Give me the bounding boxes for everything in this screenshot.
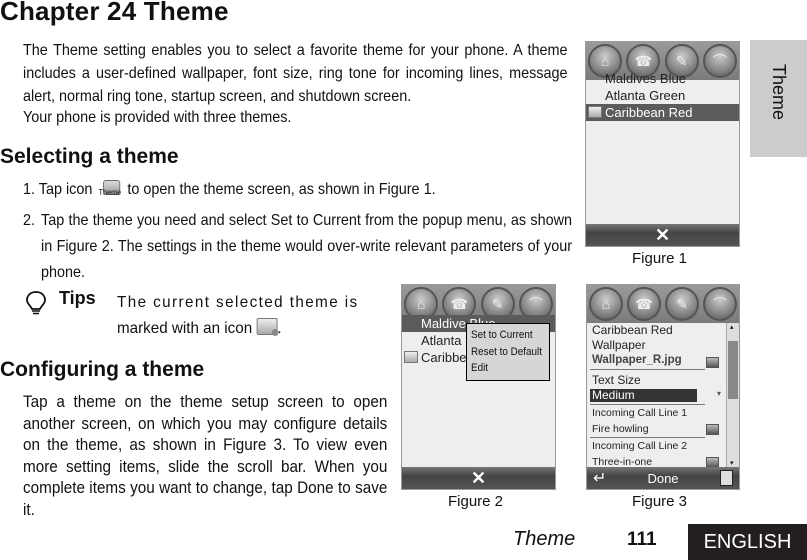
- line-1-ringtone[interactable]: Fire howling: [592, 423, 722, 435]
- current-theme-marker-icon: [256, 318, 279, 336]
- tips-line-2: marked with an icon .: [117, 316, 402, 342]
- lightbulb-icon: [26, 291, 46, 315]
- figure-3-caption: Figure 3: [632, 493, 688, 510]
- figure-2-screen: ⌂ ☎ ✎ ⌒ Maldive Blue Atlanta Caribbe Set…: [401, 284, 556, 490]
- menu-item-set-to-current[interactable]: Set to Current: [471, 327, 541, 344]
- wallpaper-label: Wallpaper: [592, 338, 646, 352]
- step-1: 1. Tap icon Theme to open the theme scre…: [23, 178, 572, 202]
- theme-settings-list: Caribbean Red Wallpaper Wallpaper_R.jpg …: [587, 323, 725, 468]
- done-button[interactable]: Done: [647, 471, 678, 486]
- step-2-number: 2.: [23, 212, 36, 229]
- menu-item-edit[interactable]: Edit: [471, 360, 541, 377]
- close-icon: ✕: [654, 224, 671, 245]
- contacts-icon[interactable]: ✎: [665, 287, 699, 321]
- footer-section: Theme: [513, 528, 576, 550]
- scroll-down-icon[interactable]: ▾: [730, 459, 734, 467]
- line-1-label: Incoming Call Line 1: [592, 407, 688, 419]
- theme-item[interactable]: Atlanta Green: [586, 87, 739, 104]
- configuring-paragraph: Tap a theme on the theme setup screen to…: [23, 392, 388, 519]
- divider: [590, 437, 705, 438]
- scroll-thumb[interactable]: [728, 341, 738, 399]
- text-size-value: Medium: [592, 388, 635, 402]
- wallpaper-value[interactable]: Wallpaper_R.jpg: [592, 354, 722, 366]
- theme-name: Caribbean Red: [592, 323, 673, 337]
- step-2: 2. Tap the theme you need and select Set…: [23, 208, 572, 286]
- chapter-title: Chapter 24 Theme: [0, 0, 229, 26]
- hangup-icon[interactable]: ⌒: [703, 287, 737, 321]
- divider: [590, 404, 705, 405]
- theme-item-label: Caribbean Red: [605, 105, 693, 120]
- scroll-up-icon[interactable]: ▴: [730, 323, 734, 331]
- page-number: 111: [627, 529, 657, 550]
- close-button[interactable]: ✕: [586, 224, 739, 246]
- back-icon[interactable]: ↵: [593, 468, 606, 488]
- theme-app-icon: Theme: [96, 180, 123, 202]
- tips-text: The current selected theme is marked wit…: [117, 290, 402, 342]
- line-2-label: Incoming Call Line 2: [592, 440, 688, 452]
- tips-label: Tips: [59, 288, 96, 308]
- figure-3-screen: ⌂ ☎ ✎ ⌒ Caribbean Red Wallpaper Wallpape…: [586, 284, 740, 490]
- menu-icon[interactable]: [720, 470, 733, 486]
- intro-themes-count: Your phone is provided with three themes…: [23, 109, 292, 126]
- divider: [590, 369, 705, 370]
- home-icon[interactable]: ⌂: [589, 287, 623, 321]
- theme-item-selected[interactable]: Caribbean Red: [586, 104, 739, 121]
- theme-item-label: Caribbe: [421, 350, 467, 365]
- step-1-pre: Tap icon: [38, 181, 93, 198]
- wallpaper-file: Wallpaper_R.jpg: [592, 354, 682, 366]
- menu-item-reset-to-default[interactable]: Reset to Default: [471, 344, 542, 361]
- file-browse-icon[interactable]: [706, 357, 719, 368]
- text-size-label: Text Size: [592, 373, 641, 387]
- tips-line-1: The current selected theme is: [117, 294, 359, 311]
- intro-paragraph: The Theme setting enables you to select …: [23, 42, 568, 105]
- close-icon: ✕: [470, 467, 487, 488]
- file-browse-icon[interactable]: [706, 424, 719, 435]
- theme-item[interactable]: Maldives Blue: [586, 70, 739, 87]
- settings-scrollbar[interactable]: ▴ ▾: [726, 323, 739, 467]
- section-side-tab: Theme: [750, 40, 807, 157]
- bottom-bar: ↵ Done: [587, 467, 739, 489]
- theme-popup-menu: Set to Current Reset to Default Edit: [466, 323, 550, 381]
- text-size-select[interactable]: Medium: [590, 389, 697, 402]
- current-theme-marker-icon: [404, 351, 418, 363]
- tips-line-2-text: marked with an icon: [117, 320, 253, 337]
- close-button[interactable]: ✕: [402, 467, 555, 489]
- selecting-heading: Selecting a theme: [0, 145, 179, 168]
- phone-topbar: ⌂ ☎ ✎ ⌒: [587, 285, 739, 323]
- figure-1-caption: Figure 1: [632, 250, 688, 267]
- side-tab-label: Theme: [769, 64, 789, 121]
- language-badge: ENGLISH: [688, 524, 807, 560]
- configuring-heading: Configuring a theme: [0, 358, 205, 381]
- figure-2-caption: Figure 2: [448, 493, 504, 510]
- step-2-text: Tap the theme you need and select Set to…: [41, 212, 572, 281]
- theme-app-caption: Theme: [98, 188, 122, 197]
- phone-icon[interactable]: ☎: [627, 287, 661, 321]
- dropdown-arrow-icon[interactable]: ▾: [717, 389, 721, 398]
- current-theme-marker-icon: [588, 106, 602, 118]
- step-1-post: to open the theme screen, as shown in Fi…: [127, 181, 436, 198]
- step-1-number: 1.: [23, 181, 36, 198]
- figure-1-screen: ⌂ ☎ ✎ ⌒ Maldives Blue Atlanta Green Cari…: [585, 41, 740, 247]
